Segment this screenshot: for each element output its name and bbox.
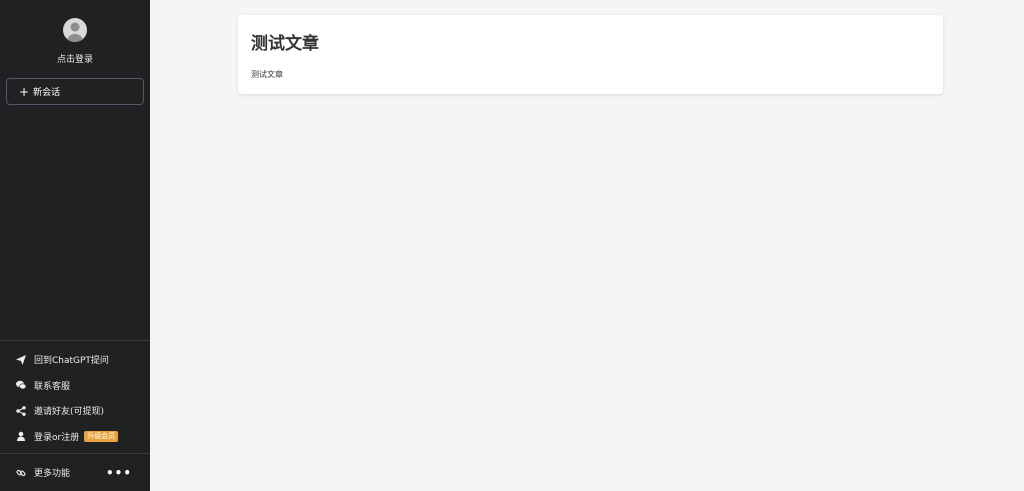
more-features-label: 更多功能	[34, 469, 71, 479]
paper-plane-icon	[16, 354, 26, 365]
menu-item-login-register[interactable]: 登录or注册 升级会员	[0, 424, 150, 450]
login-profile[interactable]: 点击登录	[0, 0, 150, 72]
menu-item-label: 登录or注册	[34, 432, 80, 443]
menu-item-back-to-chatgpt[interactable]: 回到ChatGPT提问	[0, 347, 150, 373]
new-chat-button[interactable]: + 新会话	[6, 78, 144, 105]
share-icon	[16, 405, 26, 416]
user-icon	[16, 431, 26, 442]
wechat-icon	[16, 380, 26, 390]
new-chat-label: 新会话	[33, 88, 61, 98]
upgrade-vip-badge[interactable]: 升级会员	[84, 430, 119, 442]
menu-item-invite-friends[interactable]: 邀请好友(可提现)	[0, 398, 150, 424]
login-text[interactable]: 点击登录	[57, 52, 93, 65]
article-body: 测试文章	[251, 70, 283, 79]
menu-item-label: 联系客服	[34, 381, 71, 392]
bottom-menu: 回到ChatGPT提问 联系客服 邀请好友(可提现) 登录or注册 升级会员	[0, 340, 150, 449]
app-root: 点击登录 + 新会话 回到ChatGPT提问 联系客服 邀请好友(可提现) 登录…	[0, 0, 1024, 491]
main-content: 测试文章 测试文章	[150, 0, 1024, 491]
avatar[interactable]	[63, 18, 87, 42]
article-title: 测试文章	[251, 34, 319, 54]
user-avatar-icon	[67, 22, 83, 42]
link-icon	[16, 468, 26, 478]
menu-item-label: 回到ChatGPT提问	[34, 356, 109, 367]
sidebar: 点击登录 + 新会话 回到ChatGPT提问 联系客服 邀请好友(可提现) 登录…	[0, 0, 150, 491]
menu-item-contact-support[interactable]: 联系客服	[0, 373, 150, 399]
conversation-list	[0, 105, 150, 340]
more-features[interactable]: 更多功能 •••	[0, 453, 150, 491]
more-options-icon[interactable]: •••	[106, 466, 132, 480]
plus-icon: +	[19, 84, 30, 99]
article-card: 测试文章 测试文章	[238, 15, 943, 94]
menu-item-label: 邀请好友(可提现)	[34, 407, 105, 418]
